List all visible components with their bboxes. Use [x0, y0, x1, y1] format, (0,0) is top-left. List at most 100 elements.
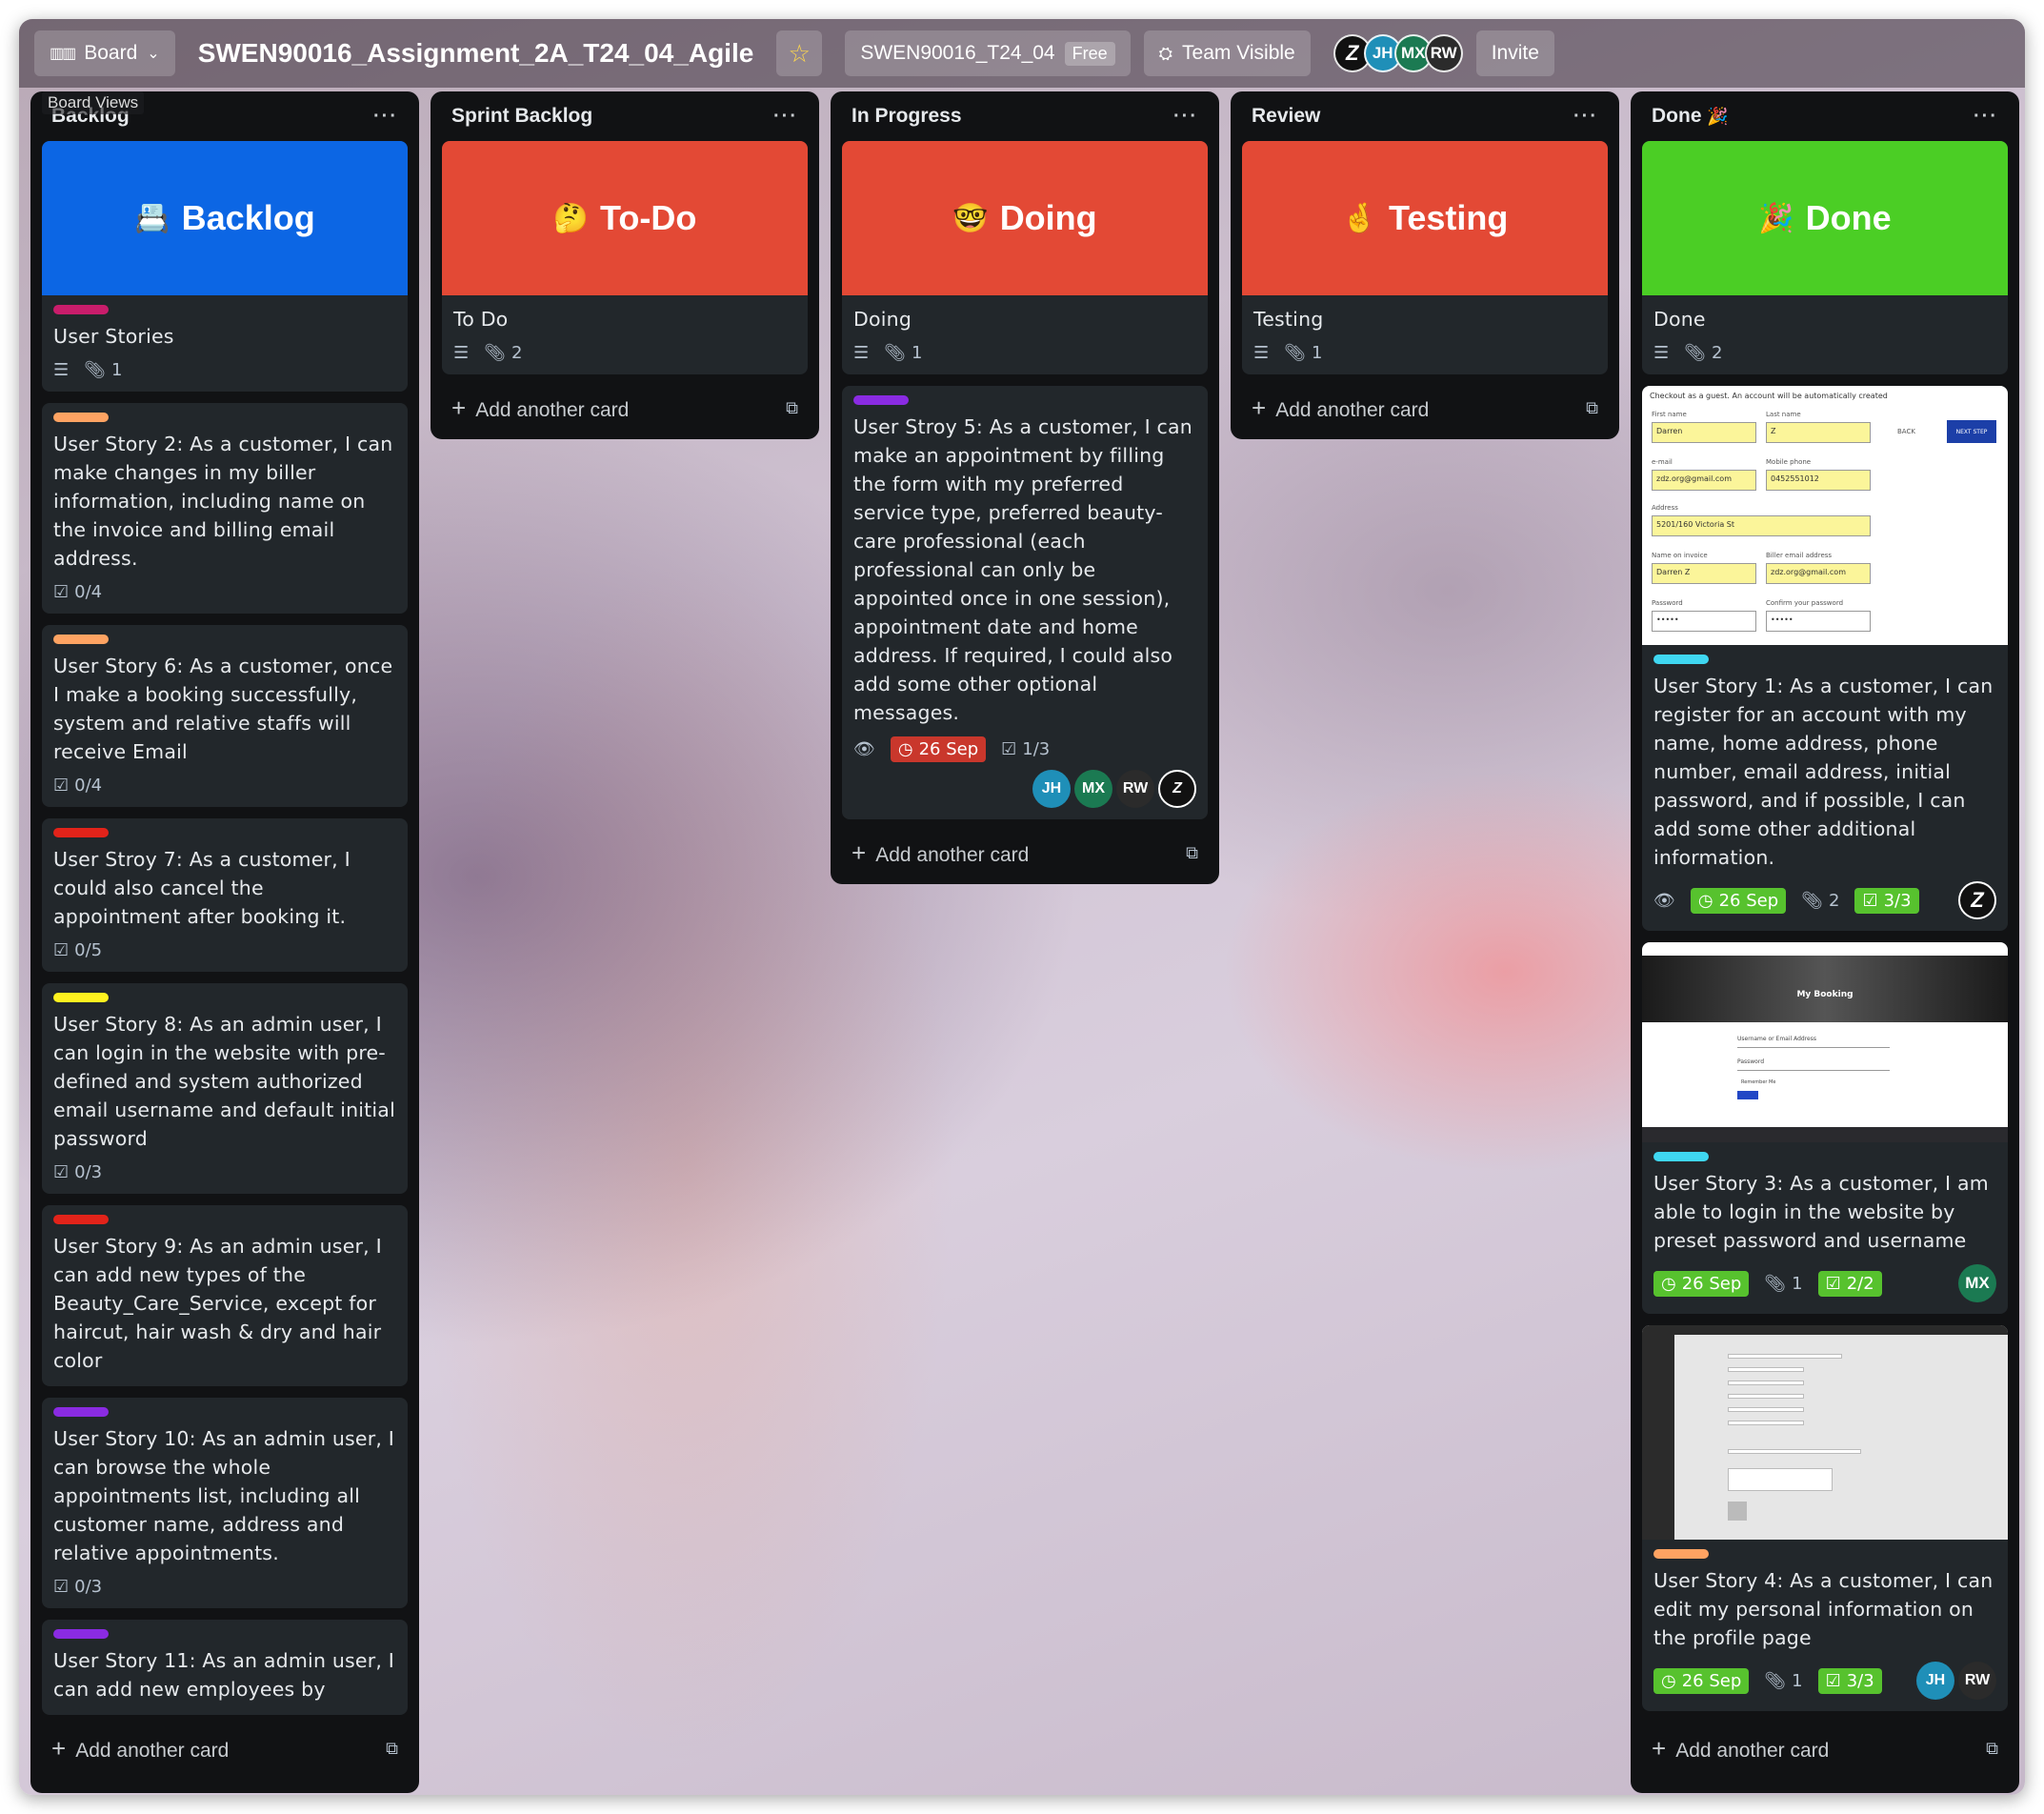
cover-card[interactable]: 🤞 Testing Testing ☰ 📎︎ 1	[1242, 141, 1608, 374]
avatar[interactable]: MX	[1958, 1264, 1996, 1302]
list-item[interactable]: User Story 2: As a customer, I can make …	[42, 403, 408, 614]
card-cover-text: To-Do	[600, 198, 697, 237]
visibility-button[interactable]: ⛭ Team Visible	[1143, 30, 1311, 76]
form-label: Name on invoice	[1652, 552, 1708, 559]
card-label[interactable]	[1653, 1152, 1709, 1161]
checklist-icon: ☑	[53, 940, 70, 960]
checklist-count: 0/3	[74, 1577, 103, 1597]
add-card-button[interactable]: + Add another card ⧉	[1642, 1726, 2008, 1770]
list-header: In Progress ···	[842, 91, 1208, 141]
list-title[interactable]: In Progress	[852, 105, 962, 128]
cover-card[interactable]: 🎉 Done Done ☰ 📎︎ 2	[1642, 141, 2008, 374]
login-remember: Remember Me	[1741, 1079, 1776, 1085]
checklist-count: 3/3	[1883, 890, 1912, 911]
paperclip-icon: 📎︎	[1684, 343, 1706, 363]
list-menu-icon[interactable]: ···	[1974, 106, 1998, 128]
attachment-count: 1	[912, 343, 923, 363]
card-label[interactable]	[53, 635, 109, 644]
card-label[interactable]	[53, 1629, 109, 1639]
card-label[interactable]	[53, 413, 109, 422]
due-date-badge[interactable]: ◷ 26 Sep	[1653, 1667, 1750, 1694]
card-cover-emoji: 📇	[134, 202, 170, 234]
card-label[interactable]	[53, 828, 109, 837]
avatar[interactable]: RW	[1424, 34, 1463, 72]
list-in-progress: In Progress ··· 🤓 Doing Doing ☰ 📎︎ 1 User…	[831, 91, 1219, 884]
list-title: Done	[1652, 105, 1702, 127]
workspace-button[interactable]: SWEN90016_T24_04 Free	[845, 30, 1131, 76]
card-label[interactable]	[853, 395, 909, 405]
list-item[interactable]: My Booking Username or Email Address Pas…	[1642, 942, 2008, 1314]
card-label[interactable]	[53, 305, 109, 314]
form-field: zdz.org@gmail.com	[1766, 563, 1871, 584]
list-title-group[interactable]: Done 🎉	[1652, 105, 1729, 128]
card-template-icon[interactable]: ⧉	[1586, 398, 1598, 418]
attachment-badge: 📎︎ 1	[1284, 343, 1322, 363]
avatar[interactable]: MX	[1074, 770, 1112, 808]
avatar[interactable]: JH	[1032, 770, 1071, 808]
checklist-badge: ☑ 1/3	[1001, 739, 1050, 759]
list-item[interactable]: User Stroy 7: As a customer, I could als…	[42, 818, 408, 972]
card-label[interactable]	[53, 993, 109, 1002]
list-title[interactable]: Review	[1252, 105, 1320, 128]
avatar[interactable]: RW	[1116, 770, 1154, 808]
checklist-icon: ☑	[53, 776, 70, 796]
card-cover-emoji: 🎉	[1758, 202, 1794, 234]
list-menu-icon[interactable]: ···	[773, 106, 798, 128]
list-item[interactable]: User Story 4: As a customer, I can edit …	[1642, 1325, 2008, 1711]
cover-card[interactable]: 🤔 To-Do To Do ☰ 📎︎ 2	[442, 141, 808, 374]
cover-card[interactable]: 🤓 Doing Doing ☰ 📎︎ 1	[842, 141, 1208, 374]
visibility-label: Team Visible	[1182, 42, 1295, 64]
list-item[interactable]: User Story 8: As an admin user, I can lo…	[42, 983, 408, 1194]
attachment-badge: 📎︎ 2	[484, 343, 522, 363]
invite-button[interactable]: Invite	[1475, 30, 1554, 76]
list-menu-icon[interactable]: ···	[373, 106, 398, 128]
due-date-badge[interactable]: ◷ 26 Sep	[890, 736, 987, 762]
due-date: 26 Sep	[1681, 1273, 1742, 1294]
card-template-icon[interactable]: ⧉	[1986, 1739, 1998, 1759]
card-template-icon[interactable]: ⧉	[1186, 843, 1198, 863]
view-switcher-button[interactable]: ▥▥ Board ⌄	[34, 30, 175, 76]
avatar[interactable]: Z	[1158, 770, 1196, 808]
list-menu-icon[interactable]: ···	[1173, 106, 1198, 128]
card-template-icon[interactable]: ⧉	[386, 1739, 398, 1759]
list-title[interactable]: Sprint Backlog	[451, 105, 592, 128]
form-field: 0452551012	[1766, 470, 1871, 491]
due-date: 26 Sep	[1718, 890, 1779, 911]
card-label[interactable]	[53, 1215, 109, 1224]
due-date-badge[interactable]: ◷ 26 Sep	[1653, 1270, 1750, 1297]
avatar[interactable]: Z	[1958, 881, 1996, 919]
list-item[interactable]: User Stroy 5: As a customer, I can make …	[842, 386, 1208, 819]
due-date-badge[interactable]: ◷ 26 Sep	[1690, 887, 1787, 914]
list-item[interactable]: Checkout as a guest. An account will be …	[1642, 386, 2008, 931]
plan-badge: Free	[1064, 41, 1115, 66]
star-button[interactable]: ☆	[776, 30, 823, 76]
checklist-count: 3/3	[1846, 1670, 1874, 1691]
form-label: Confirm your password	[1766, 599, 1844, 607]
add-card-button[interactable]: + Add another card ⧉	[42, 1726, 408, 1770]
cover-card[interactable]: 📇 Backlog User Stories ☰ 📎︎ 1	[42, 141, 408, 392]
card-title: Testing	[1253, 308, 1324, 331]
board-title[interactable]: SWEN90016_Assignment_2A_T24_04_Agile	[189, 38, 764, 69]
list-item[interactable]: User Story 10: As an admin user, I can b…	[42, 1398, 408, 1608]
card-title: User Story 11: As an admin user, I can a…	[53, 1649, 395, 1701]
avatar[interactable]: JH	[1916, 1662, 1954, 1700]
add-card-button[interactable]: + Add another card ⧉	[1242, 386, 1608, 430]
list-item[interactable]: User Story 9: As an admin user, I can ad…	[42, 1205, 408, 1386]
card-title: User Story 6: As a customer, once I make…	[53, 655, 393, 763]
card-label[interactable]	[53, 1407, 109, 1417]
form-label: Mobile phone	[1766, 458, 1812, 466]
card-label[interactable]	[1653, 655, 1709, 664]
avatar[interactable]: RW	[1958, 1662, 1996, 1700]
add-card-button[interactable]: + Add another card ⧉	[442, 386, 808, 430]
form-label: Last name	[1766, 411, 1801, 418]
card-title: User Story 10: As an admin user, I can b…	[53, 1427, 395, 1564]
card-label[interactable]	[1653, 1549, 1709, 1559]
list-item[interactable]: User Story 11: As an admin user, I can a…	[42, 1620, 408, 1715]
checklist-count: 2/2	[1846, 1273, 1874, 1294]
list-menu-icon[interactable]: ···	[1573, 106, 1598, 128]
list-item[interactable]: User Story 6: As a customer, once I make…	[42, 625, 408, 807]
plus-icon: +	[852, 837, 867, 867]
add-card-button[interactable]: + Add another card ⧉	[842, 831, 1208, 875]
paperclip-icon: 📎︎	[884, 343, 906, 363]
card-template-icon[interactable]: ⧉	[786, 398, 798, 418]
